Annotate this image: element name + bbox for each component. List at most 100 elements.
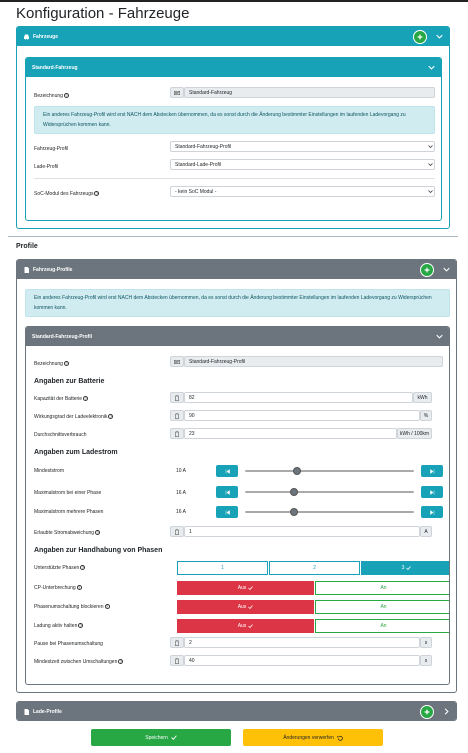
help-icon[interactable]: ? [63,93,69,99]
cp-interrupt-on-button[interactable]: An [315,581,449,595]
charge-profiles-title: Lade-Profile [33,708,62,715]
divider [34,178,435,179]
standard-vehicle-card: Standard-Fahrzeug Bezeichnung? Standard-… [25,57,442,221]
phase-switch-pause-label: Pause bei Phasenumschaltung [34,641,103,647]
efficiency-label: Wirkungsgrad der Ladeelektronik? [34,414,114,420]
min-current-increase-button[interactable] [421,465,443,477]
help-icon[interactable]: ? [80,565,86,571]
slider-handle[interactable] [290,488,299,496]
chevron-right-icon[interactable] [442,708,450,716]
max-single-phase-increase-button[interactable] [421,486,443,498]
revert-changes-button[interactable]: Änderungen verwerfen [243,729,383,746]
help-icon[interactable]: ? [108,414,114,420]
soc-module-label: SoC-Modul des Fahrzeugs? [34,191,100,197]
max-single-phase-slider[interactable] [245,486,414,498]
max-multi-phase-value: 16 A [176,509,187,515]
vehicle-name-input[interactable]: Standard-Fahrzeug [184,87,435,98]
help-icon[interactable]: ? [83,396,89,402]
battery-icon [170,410,184,421]
max-multi-phase-decrease-button[interactable] [216,506,238,518]
help-icon[interactable]: ? [94,191,100,197]
vehicle-profile-select[interactable]: Standard-Fahrzeug-Profil [170,141,435,152]
max-multi-phase-slider[interactable] [245,506,414,518]
soc-module-select[interactable]: - kein SoC Modul - [170,186,435,197]
profile-name-input[interactable]: Standard-Fahrzeug-Profil [184,356,443,367]
save-button[interactable]: Speichern [91,729,231,746]
chevron-down-icon[interactable] [427,64,435,72]
phase-option-3[interactable]: 3 [361,561,449,575]
max-multi-phase-label: Maximalstrom mehrere Phasen [34,509,104,515]
capacity-label: Kapazität der Batterie? [34,396,89,402]
chevron-down-icon [426,145,434,148]
phase-option-2[interactable]: 2 [269,561,360,575]
help-icon[interactable]: ? [104,604,110,610]
profiles-heading: Profile [16,243,38,250]
cp-interrupt-label: CP-Unterbrechung? [34,585,82,591]
help-icon[interactable]: ? [78,623,84,629]
check-icon [248,586,254,590]
consumption-input[interactable]: 23 [184,428,397,439]
min-current-slider[interactable] [245,465,414,477]
help-icon[interactable]: ? [95,530,101,536]
vehicle-profiles-header[interactable]: Fahrzeug-Profile [17,260,456,279]
efficiency-input[interactable]: 90 [184,410,420,421]
max-single-phase-value: 16 A [176,490,187,496]
current-deviation-label: Erlaubte Stromabweichung? [34,530,101,536]
battery-icon [170,655,184,666]
slider-handle[interactable] [290,508,299,516]
phase-switch-pause-input[interactable]: 2 [184,637,420,648]
profile-name-label: Bezeichnung? [34,361,69,367]
min-switch-interval-input[interactable]: 40 [184,655,420,666]
standard-vehicle-header[interactable]: Standard-Fahrzeug [26,58,441,77]
standard-vehicle-profile-title: Standard-Fahrzeug-Profil [32,333,93,340]
capacity-input[interactable]: 82 [184,392,413,403]
charge-profile-select[interactable]: Standard-Lade-Profil [170,159,435,170]
check-icon [406,566,412,570]
max-single-phase-decrease-button[interactable] [216,486,238,498]
block-phase-switch-label: Phasenumschaltung blockieren? [34,604,110,610]
id-card-icon [170,87,184,98]
cp-interrupt-off-button[interactable]: Aus [177,581,314,595]
vehicle-profiles-title: Fahrzeug-Profile [33,266,73,273]
chevron-down-icon[interactable] [435,33,443,41]
charge-profiles-card: Lade-Profile [16,701,457,721]
vehicle-profile-value: Standard-Fahrzeug-Profil [175,143,232,150]
max-single-phase-label: Maximalstrom bei einer Phase [34,490,102,496]
help-icon[interactable]: ? [76,585,82,591]
supported-phases-label: Unterstützte Phasen? [34,565,86,571]
min-current-decrease-button[interactable] [216,465,238,477]
block-phase-switch-off-button[interactable]: Aus [177,600,314,614]
vehicle-profiles-info: Ein anderes Fahrzeug-Profil wird erst NA… [25,289,450,317]
vehicle-profile-label: Fahrzeug-Profil [34,146,69,152]
phase-switch-pause-unit: s [420,637,432,648]
help-icon[interactable]: ? [63,361,69,367]
chevron-down-icon[interactable] [435,333,443,341]
battery-icon [170,392,184,403]
undo-icon [337,735,343,741]
vehicles-card-header[interactable]: Fahrzeuge [17,27,449,46]
max-multi-phase-increase-button[interactable] [421,506,443,518]
standard-vehicle-profile-header[interactable]: Standard-Fahrzeug-Profil [26,327,449,346]
vehicle-profiles-card: Fahrzeug-Profile Ein anderes Fahrzeug-Pr… [16,259,457,693]
slider-handle[interactable] [293,467,302,475]
chevron-down-icon [426,190,434,193]
phase-option-1[interactable]: 1 [177,561,268,575]
help-icon[interactable]: ? [118,659,124,665]
battery-icon [170,526,184,537]
soc-module-value: - kein SoC Modul - [175,188,217,195]
keep-charging-off-button[interactable]: Aus [177,619,314,633]
battery-icon [170,637,184,648]
document-icon [23,266,30,273]
battery-heading: Angaben zur Batterie [34,378,105,385]
keep-charging-on-button[interactable]: An [315,619,449,633]
check-icon [171,735,177,740]
current-deviation-input[interactable]: 1 [184,526,420,537]
keep-charging-label: Ladung aktiv halten? [34,623,84,629]
add-vehicle-profile-button[interactable] [420,262,434,277]
charge-profiles-header[interactable]: Lade-Profile [17,702,456,720]
page-title: Konfiguration - Fahrzeuge [16,5,190,22]
add-charge-profile-button[interactable] [420,704,434,719]
chevron-down-icon[interactable] [442,266,450,274]
block-phase-switch-on-button[interactable]: An [315,600,449,614]
add-vehicle-button[interactable] [413,29,427,44]
